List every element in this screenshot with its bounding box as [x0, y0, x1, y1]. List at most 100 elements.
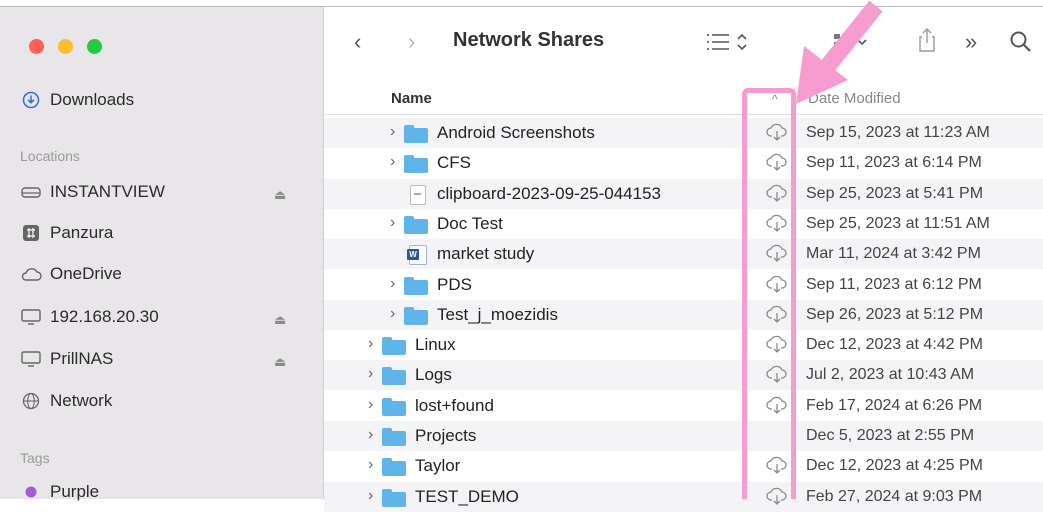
file-name: Test_j_moezidis — [437, 304, 558, 324]
folder-icon — [404, 215, 428, 234]
table-row[interactable]: › Linux Dec 12, 2023 at 4:42 PM — [324, 330, 1043, 360]
sidebar-item-onedrive[interactable]: OneDrive — [20, 259, 122, 289]
search-icon — [1010, 31, 1031, 52]
file-name: TEST_DEMO — [415, 486, 519, 506]
disclosure-triangle-icon[interactable]: › — [368, 456, 373, 474]
folder-icon — [382, 397, 406, 416]
computer-icon — [20, 350, 42, 368]
disclosure-triangle-icon[interactable]: › — [368, 335, 373, 353]
list-view-button[interactable] — [705, 31, 751, 59]
folder-icon — [382, 488, 406, 507]
table-row[interactable]: clipboard-2023-09-25-044153 Sep 25, 2023 … — [324, 178, 1043, 209]
file-name: Taylor — [415, 456, 461, 476]
list-view-icon — [707, 33, 747, 51]
disclosure-triangle-icon[interactable]: › — [390, 214, 395, 232]
sidebar-item-prillnas[interactable]: PrillNAS — [20, 344, 113, 374]
file-name: Projects — [415, 426, 477, 445]
disclosure-triangle-icon[interactable]: › — [390, 275, 395, 293]
network-icon — [20, 392, 42, 410]
date-modified: Dec 12, 2023 at 4:42 PM — [806, 336, 983, 354]
table-row[interactable]: › CFS Sep 11, 2023 at 6:14 PM — [324, 148, 1043, 178]
table-row[interactable]: › Android Screenshots Sep 15, 2023 at 11:2… — [324, 118, 1043, 148]
date-modified: Feb 17, 2024 at 6:26 PM — [806, 396, 983, 414]
folder-icon — [382, 458, 406, 477]
file-name: Linux — [415, 335, 456, 355]
sidebar-item-label: Network — [50, 391, 113, 410]
disclosure-triangle-icon[interactable]: › — [368, 487, 373, 505]
disclosure-triangle-icon[interactable]: › — [390, 305, 395, 323]
date-modified: Mar 11, 2024 at 3:42 PM — [806, 245, 981, 263]
name-column-header[interactable]: Name — [391, 90, 432, 107]
sidebar-item-label: INSTANTVIEW — [50, 182, 165, 201]
share-button[interactable] — [917, 27, 937, 59]
zoom-window-button[interactable] — [87, 39, 102, 54]
word-document-icon: W — [407, 245, 427, 266]
date-modified: Feb 27, 2024 at 9:03 PM — [806, 487, 983, 505]
toolbar: ‹ › Network Shares » — [324, 7, 1043, 82]
table-row[interactable]: › TEST_DEMO Feb 27, 2024 at 9:03 PM — [324, 481, 1043, 512]
table-row[interactable]: › PDS Sep 11, 2023 at 6:12 PM — [324, 270, 1043, 300]
sidebar-item-label: Downloads — [50, 90, 135, 109]
more-toolbar-items-button[interactable]: » — [965, 29, 977, 55]
sidebar: Downloads Locations INSTANTVIEW ⏏ Panzur… — [0, 7, 324, 501]
sidebar-item-192-168-20-30[interactable]: 192.168.20.30 — [20, 302, 159, 332]
table-row[interactable]: › Taylor Dec 12, 2023 at 4:25 PM — [324, 451, 1043, 481]
sidebar-section-tags: Tags — [20, 450, 50, 466]
eject-icon[interactable]: ⏏ — [274, 187, 286, 203]
folder-icon — [382, 367, 406, 386]
column-header: Name ^ Date Modified — [324, 84, 1043, 115]
disclosure-triangle-icon[interactable]: › — [368, 365, 373, 383]
back-button[interactable]: ‹ — [354, 29, 361, 55]
file-name: CFS — [437, 153, 471, 173]
folder-icon — [382, 337, 406, 356]
file-name: lost+found — [415, 395, 494, 415]
forward-button[interactable]: › — [408, 29, 415, 55]
date-modified: Dec 12, 2023 at 4:25 PM — [806, 457, 983, 475]
table-row[interactable]: › Test_j_moezidis Sep 26, 2023 at 5:12 PM — [324, 299, 1043, 330]
minimize-window-button[interactable] — [58, 39, 73, 54]
sidebar-item-tag-purple[interactable]: Purple — [20, 477, 99, 507]
sidebar-item-downloads[interactable]: Downloads — [20, 85, 134, 115]
table-row[interactable]: › Projects Dec 5, 2023 at 2:55 PM — [324, 421, 1043, 451]
file-name: market study — [437, 244, 535, 264]
date-modified: Sep 11, 2023 at 6:14 PM — [806, 154, 982, 172]
sidebar-item-label: 192.168.20.30 — [50, 307, 159, 326]
date-modified: Sep 25, 2023 at 5:41 PM — [806, 184, 984, 202]
annotation-arrow-icon — [796, 0, 883, 104]
folder-icon — [382, 428, 406, 446]
sidebar-item-network[interactable]: Network — [20, 386, 112, 416]
table-row[interactable]: › Logs Jul 2, 2023 at 10:43 AM — [324, 360, 1043, 391]
computer-icon — [20, 308, 42, 326]
sidebar-item-panzura[interactable]: Panzura — [20, 218, 113, 248]
file-name: Logs — [415, 365, 452, 385]
disclosure-triangle-icon[interactable]: › — [390, 123, 395, 141]
annotation-highlight-box — [742, 88, 796, 499]
date-modified: Dec 5, 2023 at 2:55 PM — [806, 427, 975, 444]
download-icon — [20, 91, 42, 109]
file-name: clipboard-2023-09-25-044153 — [437, 183, 661, 203]
file-name: PDS — [437, 274, 472, 294]
table-row[interactable]: › lost+found Feb 17, 2024 at 6:26 PM — [324, 391, 1043, 421]
table-row[interactable]: › Doc Test Sep 25, 2023 at 11:51 AM — [324, 209, 1043, 239]
folder-icon — [404, 306, 428, 325]
cloud-icon — [20, 266, 42, 282]
disclosure-triangle-icon[interactable]: › — [390, 153, 395, 171]
disclosure-triangle-icon[interactable]: › — [368, 426, 373, 444]
eject-icon[interactable]: ⏏ — [274, 354, 286, 370]
purple-tag-icon — [20, 486, 42, 498]
date-modified: Sep 15, 2023 at 11:23 AM — [806, 124, 990, 141]
close-window-button[interactable] — [29, 39, 44, 54]
date-modified: Jul 2, 2023 at 10:43 AM — [806, 366, 975, 384]
folder-icon — [404, 125, 428, 143]
sidebar-section-locations: Locations — [20, 148, 80, 164]
sidebar-item-label: Panzura — [50, 223, 114, 242]
sidebar-item-label: Purple — [50, 482, 100, 501]
disclosure-triangle-icon[interactable]: › — [368, 396, 373, 414]
window-title: Network Shares — [453, 29, 605, 51]
word-logo: W — [407, 249, 419, 261]
drive-icon — [20, 184, 42, 200]
eject-icon[interactable]: ⏏ — [274, 312, 286, 328]
sidebar-item-instantview[interactable]: INSTANTVIEW — [20, 177, 165, 207]
search-button[interactable] — [1009, 30, 1033, 60]
table-row[interactable]: Wmarket study Mar 11, 2024 at 3:42 PM — [324, 239, 1043, 270]
